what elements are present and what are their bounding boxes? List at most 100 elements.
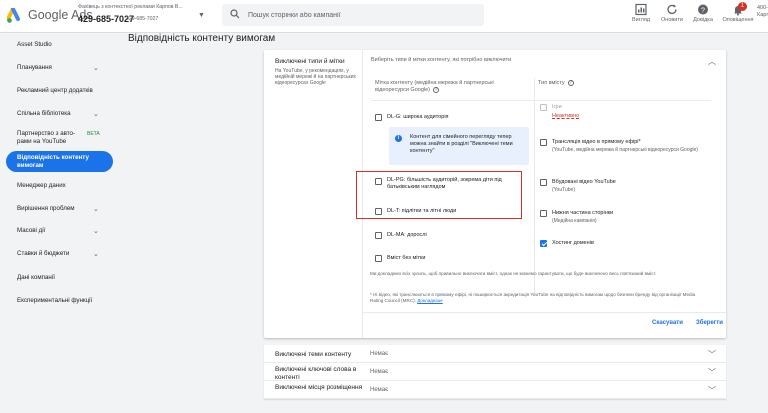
option-label: Ігри (552, 104, 562, 110)
view-button[interactable]: Вигляд (626, 3, 656, 23)
option-label: Вбудовані відео YouTube (552, 179, 616, 185)
option-label: Вміст без мітки (387, 255, 426, 261)
help-icon[interactable]: ? (567, 80, 574, 86)
content-label-column-header: Мітка контенту (медійна мережа й партнер… (375, 80, 525, 94)
sidebar: Asset Studio Планування ⌄ Рекламний цент… (0, 33, 120, 413)
checkbox-dl-g[interactable] (375, 114, 382, 121)
sidebar-item-label: Вирішення проблем (17, 205, 75, 212)
help-icon[interactable]: ? (433, 87, 440, 93)
sidebar-item-shared-library[interactable]: Спільна бібліотека ⌄ (0, 109, 120, 119)
sidebar-item-bids-budgets[interactable]: Ставки й бюджети ⌄ (0, 249, 120, 259)
checkbox-parked-domains[interactable] (540, 240, 547, 247)
section-title: Виключені типи й мітки (275, 58, 345, 65)
chevron-down-icon[interactable]: ﹀ (708, 367, 716, 378)
inactive-warning: Неактивно (552, 113, 580, 119)
info-icon: i (395, 135, 402, 142)
account-switcher[interactable]: 400- Карп (757, 5, 768, 19)
checkbox-games[interactable] (540, 104, 547, 111)
chart-icon (635, 3, 647, 16)
option-sublabel: (Медійна кампанія) (552, 218, 597, 224)
option-label: Нижня частина сторінки (552, 210, 614, 216)
excluded-types-card: Виключені типи й мітки На YouTube, у рек… (264, 50, 726, 338)
excluded-keywords-row[interactable]: Виключені ключові слова в контенті Немає… (264, 363, 726, 381)
row-value: Немає (370, 387, 389, 393)
sidebar-item-data-manager[interactable]: Менеджер даних (0, 181, 120, 191)
save-button[interactable]: Зберегти (696, 320, 723, 326)
search-icon (230, 9, 240, 19)
refresh-icon (667, 4, 677, 15)
svg-text:?: ? (701, 8, 705, 15)
sidebar-item-label: Експериментальні функції (17, 297, 93, 304)
info-text: Контент для сімейного перегляду тепер мо… (410, 134, 513, 154)
footnote: Ми докладемо всіх зусиль, щоб правильно … (370, 271, 657, 276)
account-right-text: 400- Карп (757, 5, 768, 18)
sidebar-item-troubleshooting[interactable]: Вирішення проблем ⌄ (0, 204, 120, 214)
chevron-up-icon[interactable]: ︿ (708, 56, 716, 67)
sidebar-item-label: Ставки й бюджети (17, 250, 70, 257)
option-label: DL-MA: дорослі (387, 232, 427, 238)
notifications-button[interactable]: 1 Оповіщення (720, 2, 756, 23)
sidebar-item-planning[interactable]: Планування ⌄ (0, 63, 120, 73)
checkbox-live-stream[interactable] (540, 139, 547, 146)
info-banner: i Контент для сімейного перегляду тепер … (389, 127, 529, 165)
cancel-button[interactable]: Скасувати (652, 320, 683, 326)
sidebar-item-label: Партнерство з авто- рами на YouTube (17, 130, 76, 145)
divider (371, 100, 711, 101)
chevron-down-icon[interactable]: ﹀ (708, 385, 716, 396)
refresh-button[interactable]: Оновити (657, 3, 687, 23)
checkbox-dl-pg[interactable] (375, 178, 382, 185)
chevron-down-icon: ⌄ (93, 111, 99, 118)
sidebar-item-asset-studio[interactable]: Asset Studio (0, 40, 120, 50)
sidebar-item-business-data[interactable]: Дані компанії (0, 273, 120, 283)
search-input[interactable] (246, 4, 476, 26)
sidebar-item-app-center[interactable]: Рекламний центр додатків (0, 86, 120, 96)
sidebar-item-youtube-partnership[interactable]: Партнерство з авто- рами на YouTube BETA (0, 129, 120, 147)
beta-badge: BETA (87, 131, 100, 137)
sidebar-item-label: Планування (17, 64, 52, 71)
chevron-down-icon: ⌄ (93, 228, 99, 235)
option-label: Трансляція відео в прямому ефірі* (552, 139, 641, 145)
column-header-text: Тип вмісту (538, 80, 565, 86)
chevron-down-icon: ⌄ (93, 65, 99, 72)
option-label: DL-T: підлітки та літні люди (387, 208, 457, 214)
checkbox-dl-ma[interactable] (375, 232, 382, 239)
footnote-live: * Ні відео, які транслюються в прямому е… (370, 292, 705, 303)
help-icon: ? (698, 4, 708, 15)
option-label: DL-G: широка аудиторія (387, 114, 449, 120)
checkbox-unlabeled[interactable] (375, 255, 382, 262)
search-box[interactable] (222, 4, 484, 26)
google-ads-logo[interactable] (7, 8, 23, 24)
account-name[interactable]: Фахівець з контекстної реклами Карпов В.… (78, 4, 196, 10)
sidebar-item-bulk-actions[interactable]: Масові дії ⌄ (0, 226, 120, 236)
chevron-down-icon: ⌄ (93, 206, 99, 213)
learn-more-link[interactable]: Докладніше (417, 298, 443, 303)
excluded-topics-row[interactable]: Виключені теми контенту Немає ﹀ (264, 345, 726, 363)
row-label: Виключені ключові слова в контенті (275, 366, 357, 381)
content-type-column-header: Тип вмісту? (538, 80, 574, 86)
help-button[interactable]: ? Довідка (688, 3, 718, 23)
sidebar-item-experiments[interactable]: Експериментальні функції (0, 296, 120, 306)
checkbox-embedded-videos[interactable] (540, 179, 547, 186)
account-dropdown-icon[interactable]: ▼ (198, 12, 205, 19)
chevron-down-icon[interactable]: ﹀ (708, 349, 716, 360)
sidebar-item-label: Спільна бібліотека (17, 110, 71, 117)
excluded-placements-row[interactable]: Виключені місця розміщення Немає ﹀ (264, 381, 726, 399)
section-description: На YouTube, у рекомендаціях, у медійній … (275, 68, 357, 86)
checkbox-dl-t[interactable] (375, 208, 382, 215)
row-label: Виключені місця розміщення (275, 384, 363, 391)
sidebar-item-label: Дані компанії (17, 274, 55, 281)
notification-badge: 1 (738, 2, 747, 11)
option-sublabel: (YouTube) (552, 187, 575, 193)
page-title: Відповідність контенту вимогам (128, 33, 276, 44)
row-value: Немає (370, 351, 389, 357)
sidebar-item-label: Рекламний центр додатків (17, 87, 93, 94)
account-sub-id: 429-685-7027 (126, 16, 159, 22)
tool-label: Оновити (661, 17, 683, 23)
option-label: DL-PG: більшість аудиторій, зокрема діти… (387, 177, 502, 190)
checkbox-below-fold[interactable] (540, 210, 547, 217)
sidebar-item-content-suitability[interactable]: Відповідність контенту вимогам (6, 151, 113, 172)
divider (363, 312, 726, 313)
tool-label: Довідка (693, 17, 713, 23)
top-bar: Google Ads Фахівець з контекстної реклам… (0, 0, 768, 33)
sidebar-item-label: Відповідність контенту вимогам (17, 153, 89, 169)
